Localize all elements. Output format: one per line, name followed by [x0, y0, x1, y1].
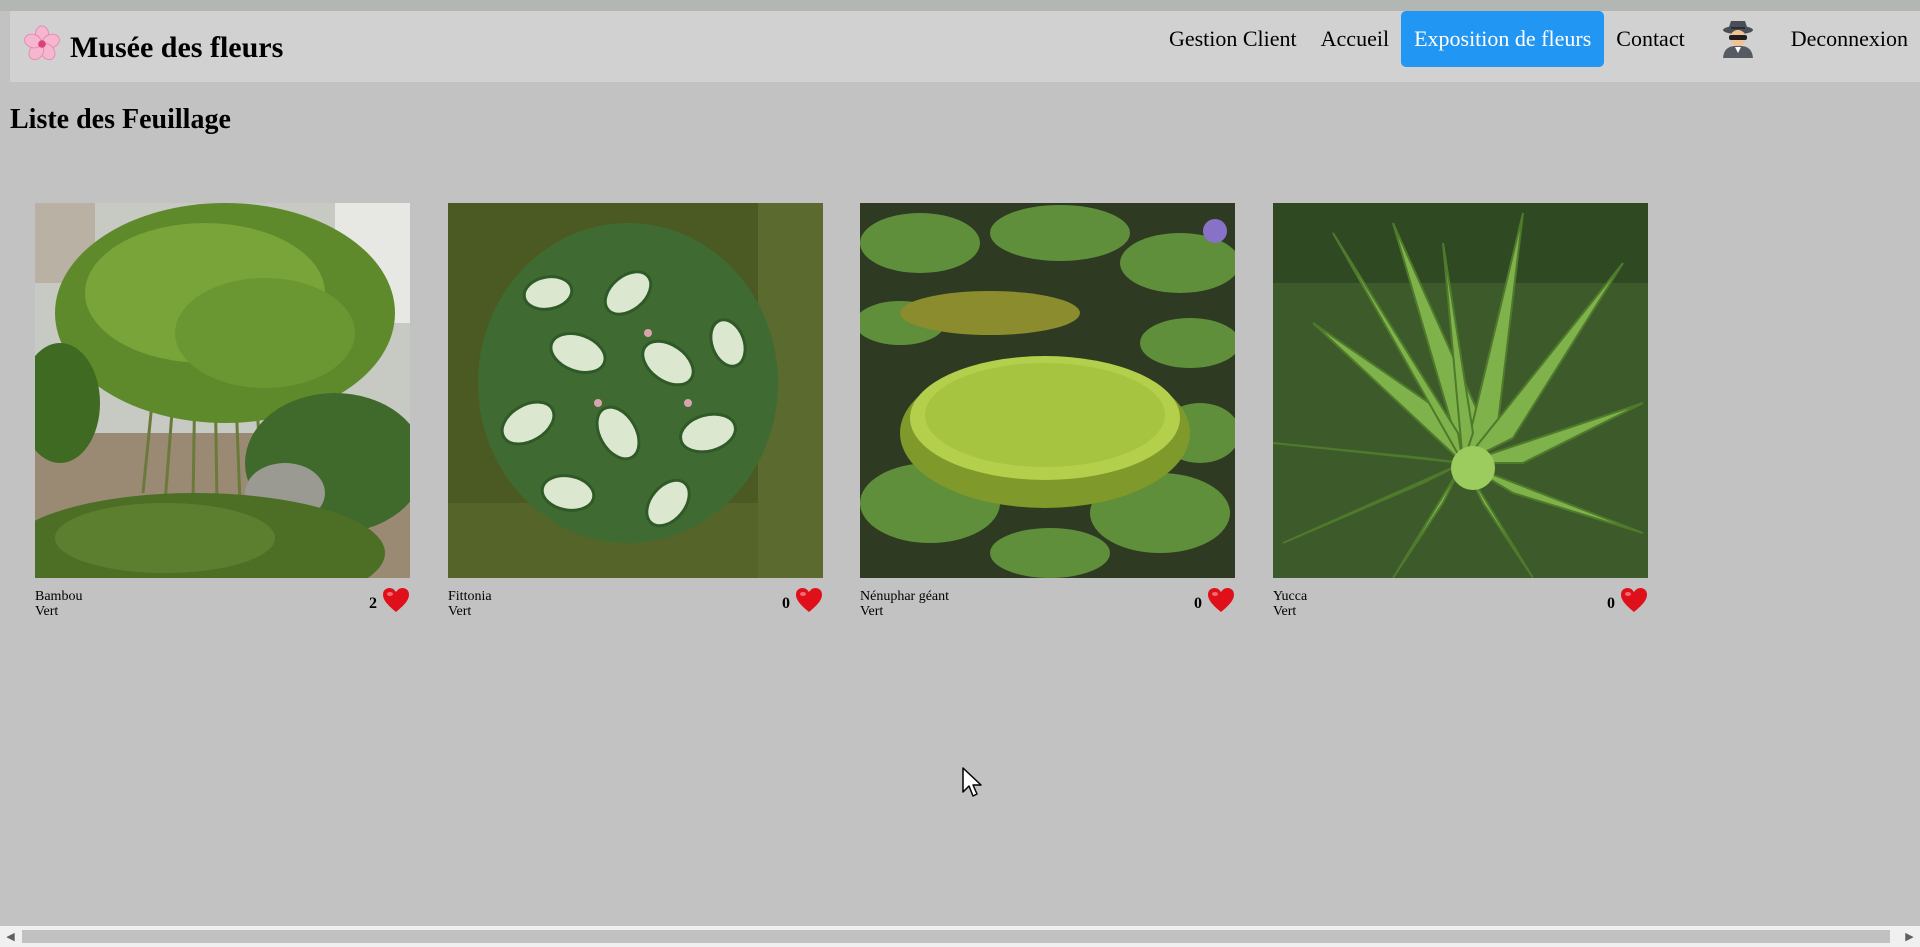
like-count: 0	[1607, 594, 1615, 612]
plant-meta: Nénuphar géant Vert 0	[860, 578, 1235, 620]
heart-icon[interactable]	[1207, 587, 1235, 613]
giant-waterlily-photo[interactable]	[860, 203, 1235, 578]
plant-meta: Yucca Vert 0	[1273, 578, 1648, 620]
navbar: Musée des fleurs Gestion Client Accueil …	[10, 11, 1920, 82]
plant-card-nenuphar-geant: Nénuphar géant Vert 0	[860, 203, 1235, 620]
plant-card-bambou: Bambou Vert 2	[35, 203, 410, 620]
like-count: 0	[1194, 594, 1202, 612]
nav-accueil[interactable]: Accueil	[1309, 11, 1401, 67]
plant-color: Vert	[448, 604, 472, 619]
plant-card-fittonia: Fittonia Vert 0	[448, 203, 823, 620]
horizontal-scrollbar[interactable]: ◀ ▶	[0, 926, 1920, 947]
like-count: 2	[369, 594, 377, 612]
user-avatar[interactable]	[1713, 11, 1763, 67]
scroll-left-icon[interactable]: ◀	[0, 926, 21, 947]
plant-card-yucca: Yucca Vert 0	[1273, 203, 1648, 620]
like-widget: 0	[782, 587, 823, 613]
nav-contact[interactable]: Contact	[1604, 11, 1696, 67]
plant-color: Vert	[35, 604, 59, 619]
scroll-right-icon[interactable]: ▶	[1899, 926, 1920, 947]
app-title: Musée des fleurs	[70, 31, 284, 64]
mouse-cursor-icon	[962, 767, 982, 797]
yucca-photo[interactable]	[1273, 203, 1648, 578]
nav-menu: Gestion Client Accueil Exposition de fle…	[1157, 11, 1920, 67]
like-count: 0	[782, 594, 790, 612]
heart-icon[interactable]	[382, 587, 410, 613]
nav-exposition-de-fleurs[interactable]: Exposition de fleurs	[1401, 11, 1605, 67]
like-widget: 0	[1194, 587, 1235, 613]
plant-color: Vert	[1273, 604, 1297, 619]
fittonia-photo[interactable]	[448, 203, 823, 578]
plant-name: Bambou	[35, 589, 83, 604]
plant-meta: Fittonia Vert 0	[448, 578, 823, 620]
heart-icon[interactable]	[1620, 587, 1648, 613]
page-title: Liste des Feuillage	[10, 104, 231, 135]
heart-icon[interactable]	[795, 587, 823, 613]
cherry-blossom-icon	[24, 25, 60, 61]
logout-link[interactable]: Deconnexion	[1779, 11, 1920, 67]
plant-name: Yucca	[1273, 589, 1308, 604]
plant-meta: Bambou Vert 2	[35, 578, 410, 620]
spy-avatar-icon	[1722, 21, 1753, 58]
plant-name: Nénuphar géant	[860, 589, 950, 604]
plant-name: Fittonia	[448, 589, 492, 604]
nav-gestion-client[interactable]: Gestion Client	[1157, 11, 1309, 67]
plant-color: Vert	[860, 604, 884, 619]
window-top-strip	[0, 0, 1920, 11]
like-widget: 2	[369, 587, 410, 613]
scrollbar-thumb[interactable]	[22, 930, 1890, 943]
brand[interactable]: Musée des fleurs	[23, 23, 283, 65]
bamboo-photo[interactable]	[35, 203, 410, 578]
like-widget: 0	[1607, 587, 1648, 613]
